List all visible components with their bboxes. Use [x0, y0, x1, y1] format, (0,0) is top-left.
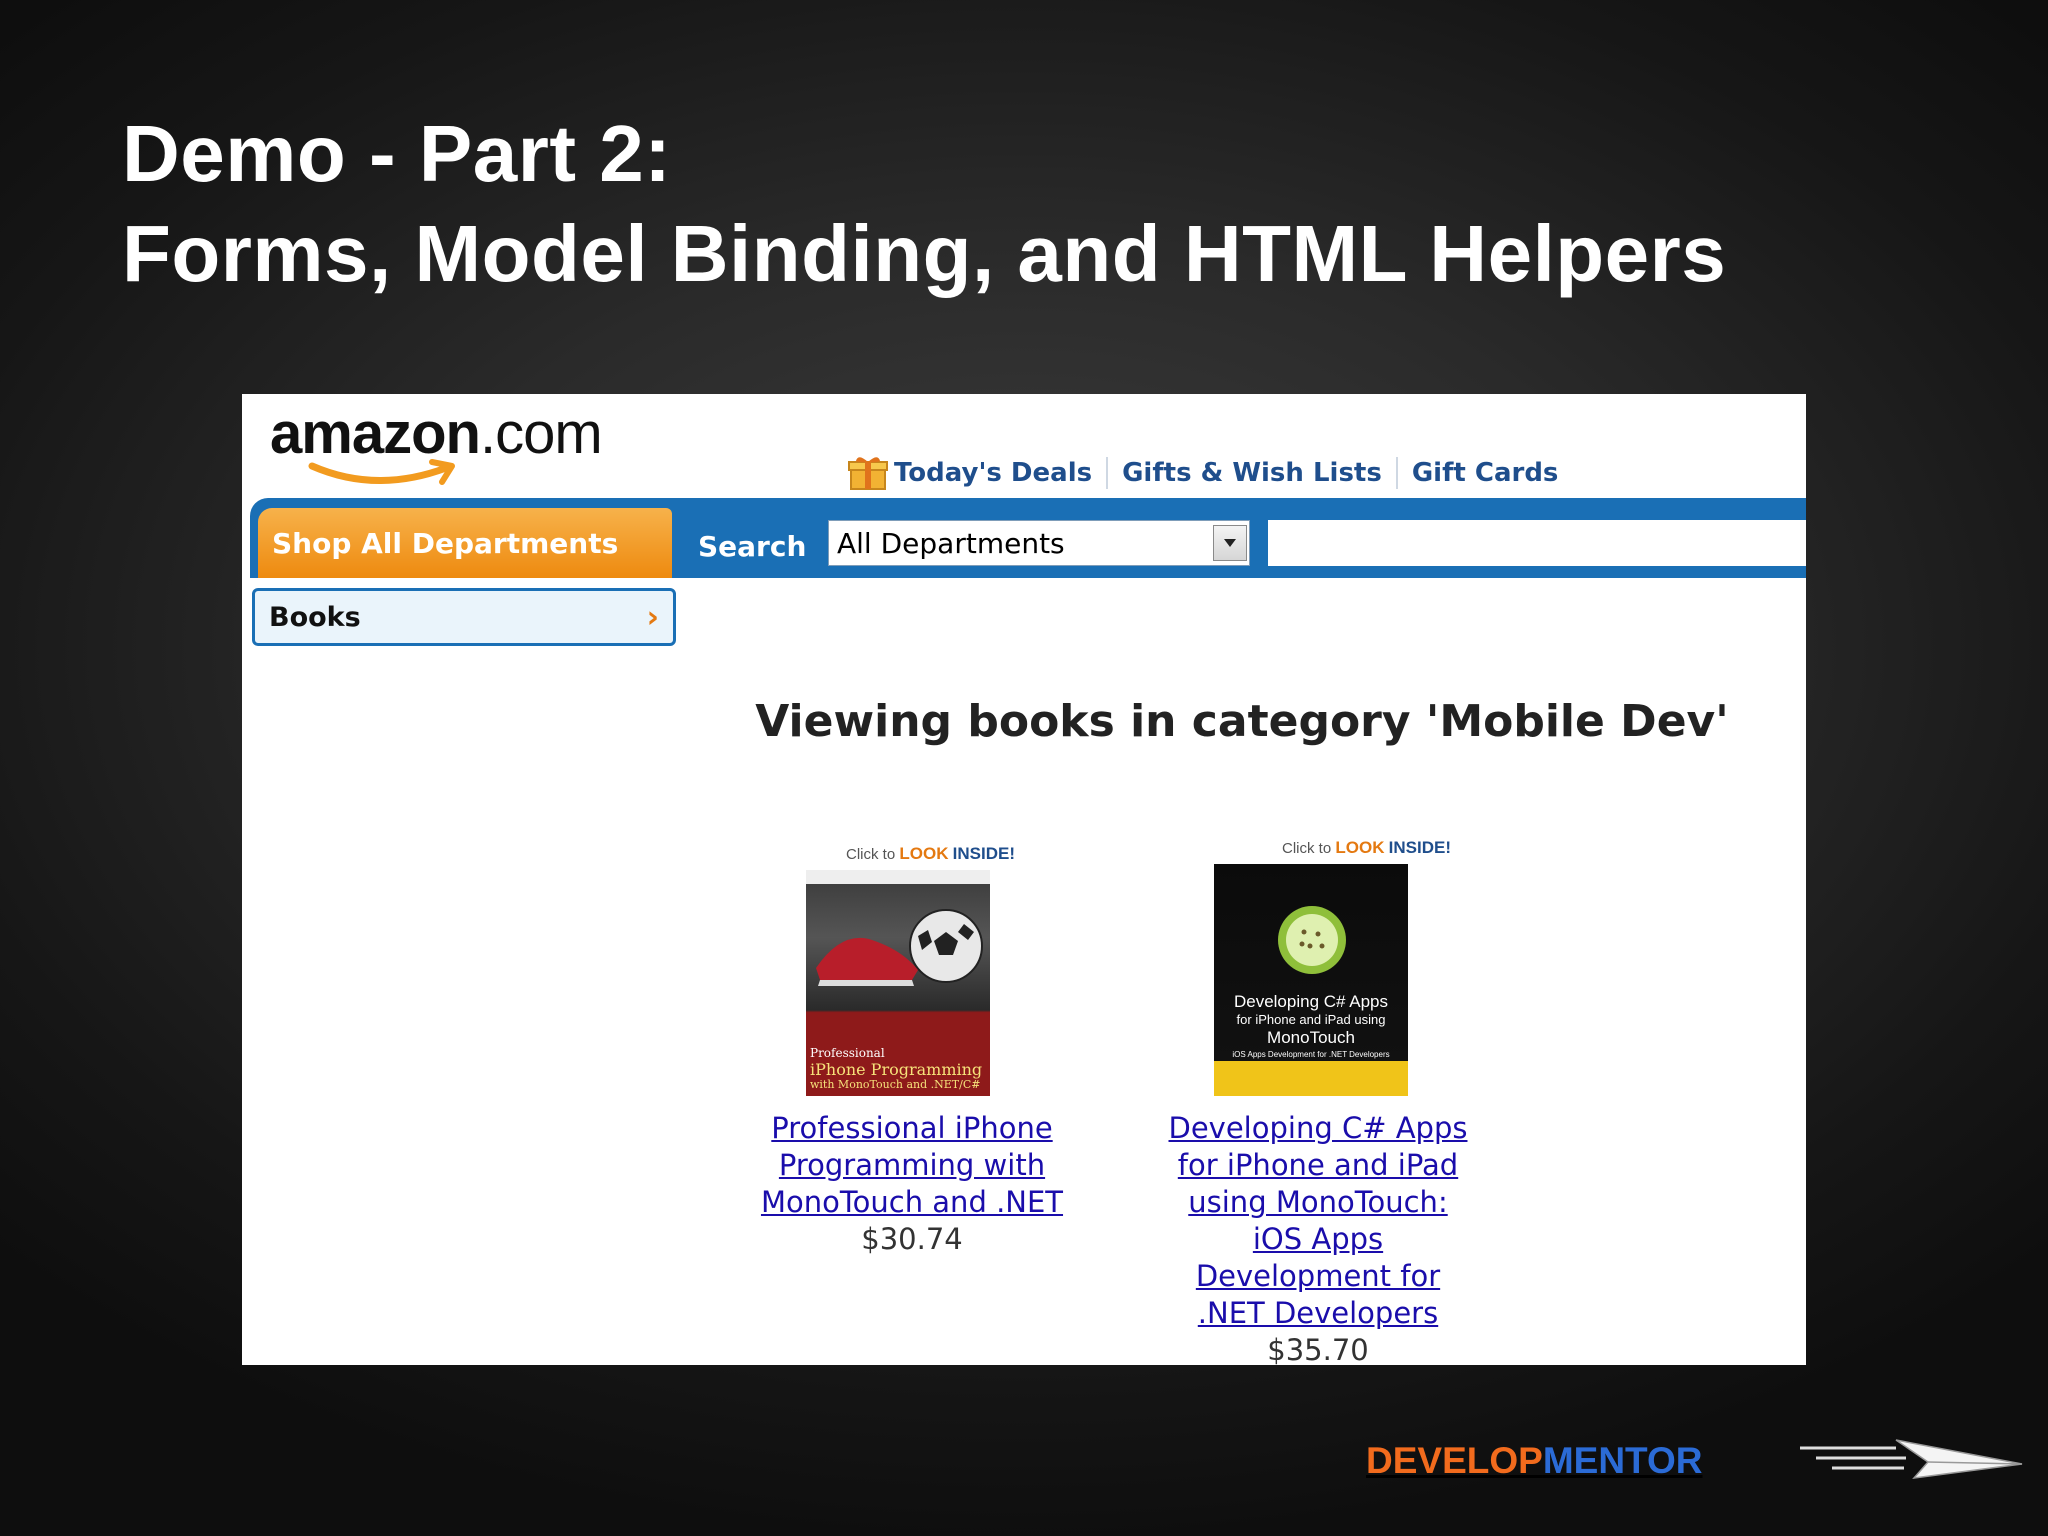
cover-tagline: iOS Apps Development for .NET Developers [1232, 1050, 1390, 1059]
look-inside-inside: INSIDE! [952, 844, 1015, 863]
cover-subtitle: with MonoTouch and .NET/C# [810, 1078, 981, 1091]
dropdown-arrow-icon[interactable] [1213, 525, 1247, 561]
department-select[interactable]: All Departments [828, 520, 1250, 566]
search-input[interactable] [1268, 520, 1806, 566]
look-inside-inside: INSIDE! [1388, 838, 1451, 857]
top-links-divider [1395, 457, 1398, 489]
department-select-value: All Departments [837, 526, 1065, 560]
product-title-link-line[interactable]: MonoTouch and .NET [742, 1184, 1082, 1221]
product-title-link-line[interactable]: for iPhone and iPad [1148, 1147, 1488, 1184]
product-price: $30.74 [861, 1222, 963, 1256]
product-title-link-line[interactable]: Developing C# Apps [1148, 1110, 1488, 1147]
product-title-link-line[interactable]: Programming with [742, 1147, 1082, 1184]
paper-plane-icon [1800, 1439, 2023, 1479]
gifts-wish-lists-link[interactable]: Gifts & Wish Lists [1122, 458, 1382, 488]
melon-slice-icon [1278, 906, 1346, 974]
book-cover-2[interactable]: Developing C# Apps for iPhone and iPad u… [1214, 864, 1408, 1096]
brand-part-1: DEVELOP [1366, 1440, 1543, 1481]
look-inside-badge[interactable]: Click to LOOK INSIDE! [846, 844, 1015, 864]
gift-cards-link[interactable]: Gift Cards [1412, 458, 1559, 488]
look-inside-badge[interactable]: Click to LOOK INSIDE! [1282, 838, 1451, 858]
book-cover-1[interactable]: Professional iPhone Programming with Mon… [806, 870, 990, 1096]
category-heading: Viewing books in category 'Mobile Dev' [755, 696, 1729, 747]
smile-arrow-icon [308, 459, 455, 485]
cover-subtitle: for iPhone and iPad using [1236, 1012, 1386, 1027]
slide-title: Demo - Part 2: Forms, Model Binding, and… [122, 104, 1726, 304]
look-inside-prefix: Click to [1282, 840, 1332, 857]
cover-title-2: MonoTouch [1267, 1028, 1355, 1047]
product-title-link-line[interactable]: Professional iPhone [742, 1110, 1082, 1147]
product-title-link-line[interactable]: using MonoTouch: [1148, 1184, 1488, 1221]
product-title-link-line[interactable]: iOS Apps [1148, 1221, 1488, 1258]
shop-all-departments-button[interactable]: Shop All Departments [258, 508, 672, 578]
sneaker-icon [816, 937, 918, 986]
product-card-2: Developing C# Apps for iPhone and iPad u… [1148, 1110, 1488, 1365]
sidebar-item-label: Books [269, 601, 361, 633]
top-links: Today's Deals Gifts & Wish Lists Gift Ca… [848, 456, 1558, 490]
amazon-screenshot: amazon.com Today's Deals Gifts & Wish Li… [242, 394, 1806, 1365]
cover-label: Professional [810, 1046, 885, 1060]
product-title-link-line[interactable]: .NET Developers [1148, 1295, 1488, 1332]
slide-title-line-1: Demo - Part 2: [122, 109, 672, 198]
gift-box-icon [848, 457, 888, 490]
logo-suffix: .com [479, 401, 603, 466]
developmentor-logo-link[interactable]: DEVELOPMENTOR [1366, 1440, 1702, 1482]
look-inside-look: LOOK [899, 844, 949, 863]
product-title-link-line[interactable]: Development for [1148, 1258, 1488, 1295]
sidebar-item-books[interactable]: Books › [252, 588, 676, 646]
cover-title: Developing C# Apps [1233, 992, 1389, 1011]
top-links-divider [1106, 457, 1109, 489]
look-inside-prefix: Click to [846, 846, 896, 863]
cover-title: iPhone Programming [810, 1060, 983, 1079]
todays-deals-link[interactable]: Today's Deals [894, 458, 1092, 488]
product-card-1: Professional iPhone Programming with Mon… [742, 1110, 1082, 1258]
chevron-right-icon: › [646, 599, 659, 635]
cover-top-band [806, 870, 990, 884]
look-inside-look: LOOK [1335, 838, 1385, 857]
brand-part-2: MENTOR [1542, 1440, 1703, 1481]
search-label: Search [698, 529, 807, 563]
product-price: $35.70 [1267, 1333, 1369, 1365]
slide-title-line-2: Forms, Model Binding, and HTML Helpers [122, 209, 1727, 298]
nav-bar: Shop All Departments Search All Departme… [250, 498, 1806, 578]
amazon-logo[interactable]: amazon.com [270, 400, 603, 485]
